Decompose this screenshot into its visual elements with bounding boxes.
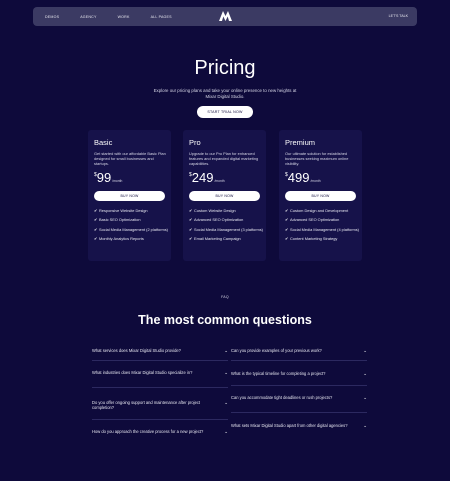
feature-item: ✔ Monthly Analytics Reports: [94, 236, 144, 242]
feature-item: ✔ Advanced SEO Optimization: [285, 217, 340, 223]
buy-now-button[interactable]: BUY NOW: [189, 191, 260, 201]
plan-description: Get started with our affordable Basic Pl…: [94, 151, 166, 167]
nav-link-work[interactable]: WORK: [118, 15, 130, 19]
feature-item: ✔ Custom Website Design: [189, 208, 236, 213]
price-amount: 99: [96, 170, 112, 185]
faq-label: FAQ: [221, 295, 229, 299]
chevron-down-icon: ⌄: [224, 429, 228, 434]
faq-divider: [231, 385, 367, 386]
top-nav: DEMOS AGENCY WORK ALL PAGES LET'S TALK: [33, 7, 417, 26]
faq-divider: [231, 412, 367, 413]
nav-link-all-pages[interactable]: ALL PAGES: [151, 15, 172, 19]
faq-question[interactable]: Can you provide examples of your previou…: [231, 348, 367, 353]
chevron-down-icon: ⌄: [363, 348, 367, 353]
faq-divider: [92, 419, 228, 420]
nav-link-agency[interactable]: AGENCY: [80, 15, 96, 19]
plan-description: Our ultimate solution for established bu…: [285, 151, 349, 167]
chevron-down-icon: ⌄: [224, 370, 228, 375]
lets-talk-link[interactable]: LET'S TALK: [389, 7, 408, 26]
price-period: /month: [214, 179, 225, 183]
plan-price: $ 99 /month: [94, 171, 122, 184]
plan-price: $ 499 /month: [285, 171, 321, 184]
plan-card-premium: Premium Our ultimate solution for establ…: [279, 130, 362, 261]
feature-item: ✔ Social Media Management (2 platforms): [94, 226, 168, 232]
buy-now-button[interactable]: BUY NOW: [94, 191, 165, 201]
faq-question[interactable]: What industries does Mixar Digital Studi…: [92, 370, 228, 375]
faq-question[interactable]: Can you accommodate tight deadlines or r…: [231, 395, 367, 400]
plan-name: Premium: [285, 138, 316, 147]
feature-item: ✔ Custom Design and Development: [285, 208, 349, 213]
chevron-down-icon: ⌄: [363, 395, 367, 400]
feature-item: ✔ Responsive Website Design: [94, 208, 148, 213]
feature-list: ✔ Custom Design and Development ✔ Advanced…: [285, 208, 359, 246]
faq-question[interactable]: What is the typical timeline for complet…: [231, 371, 367, 376]
feature-item: ✔ Email Marketing Campaign: [189, 236, 241, 242]
faq-divider: [92, 387, 228, 388]
chevron-down-icon: ⌄: [363, 371, 367, 376]
price-amount: 499: [287, 170, 310, 185]
price-period: /month: [112, 179, 123, 183]
feature-list: ✔ Responsive Website Design ✔ Basic SEO Op…: [94, 208, 168, 246]
nav-link-demos[interactable]: DEMOS: [45, 15, 59, 19]
faq-divider: [231, 360, 367, 361]
faq-question[interactable]: What sets Mixar Digital Studio apart fro…: [231, 423, 367, 428]
feature-list: ✔ Custom Website Design ✔ Advanced SEO Opt…: [189, 208, 263, 246]
plan-card-basic: Basic Get started with our affordable Ba…: [88, 130, 171, 261]
feature-item: ✔ Social Media Management (3 platforms): [189, 226, 263, 232]
faq-question[interactable]: How do you approach the creative process…: [92, 429, 228, 434]
faq-title: The most common questions: [138, 313, 312, 327]
price-period: /month: [310, 179, 321, 183]
feature-item: ✔ Advanced SEO Optimization: [189, 217, 244, 223]
plan-description: Upgrade to our Pro Plan for enhanced fea…: [189, 151, 259, 167]
faq-question[interactable]: Do you offer ongoing support and mainten…: [92, 400, 228, 411]
plan-name: Basic: [94, 138, 113, 147]
feature-item: ✔ Content Marketing Strategy: [285, 236, 338, 242]
faq-divider: [92, 360, 228, 361]
plan-price: $ 249 /month: [189, 171, 225, 184]
start-trial-button[interactable]: START TRIAL NOW: [197, 106, 253, 118]
price-amount: 249: [191, 170, 214, 185]
hero-subtitle: Explore our pricing plans and take your …: [153, 88, 297, 99]
page-title: Pricing: [194, 57, 256, 79]
plan-card-pro: Pro Upgrade to our Pro Plan for enhanced…: [183, 130, 266, 261]
nav-links: DEMOS AGENCY WORK ALL PAGES: [45, 7, 193, 26]
chevron-down-icon: ⌄: [224, 348, 228, 353]
faq-question[interactable]: What services does Mixar Digital Studio …: [92, 348, 228, 353]
feature-item: ✔ Social Media Management (4 platforms): [285, 226, 359, 232]
chevron-down-icon: ⌄: [224, 400, 228, 405]
m-brand-logo-icon[interactable]: [219, 11, 232, 21]
buy-now-button[interactable]: BUY NOW: [285, 191, 356, 201]
chevron-down-icon: ⌄: [363, 423, 367, 428]
feature-item: ✔ Basic SEO Optimization: [94, 217, 141, 223]
plan-name: Pro: [189, 138, 201, 147]
